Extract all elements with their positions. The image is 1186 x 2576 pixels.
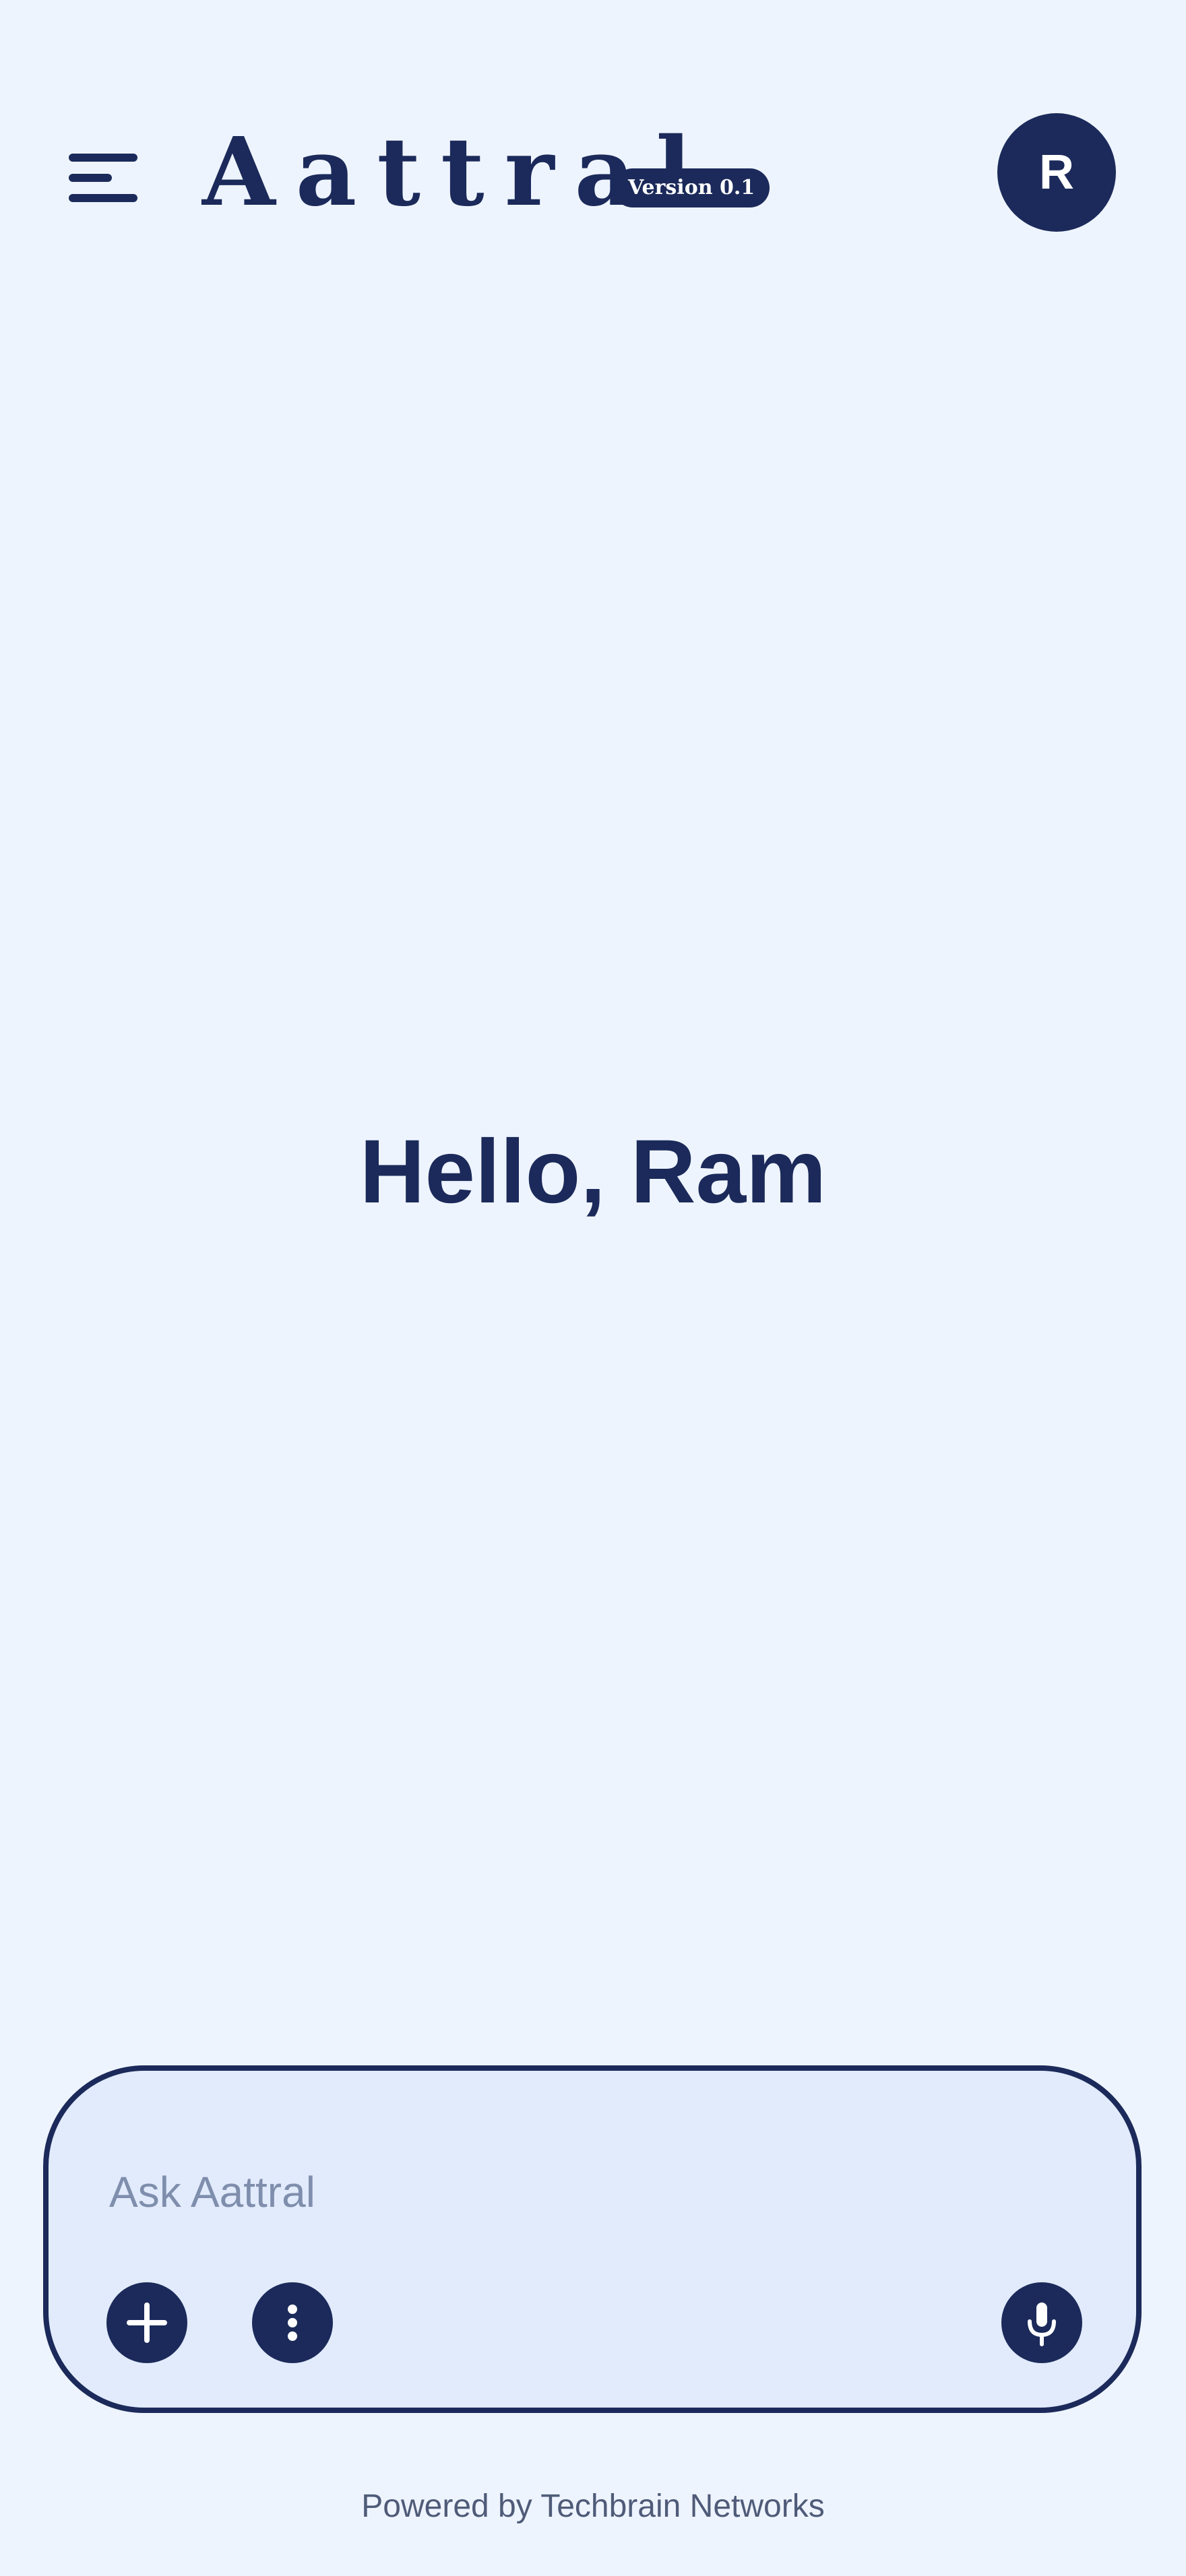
prompt-input[interactable] bbox=[109, 2158, 985, 2226]
more-vertical-icon bbox=[288, 2305, 297, 2341]
user-avatar[interactable]: R bbox=[997, 113, 1116, 232]
plus-icon bbox=[127, 2303, 167, 2343]
voice-input-button[interactable] bbox=[1001, 2282, 1082, 2363]
hamburger-menu-icon bbox=[69, 154, 137, 162]
more-options-button[interactable] bbox=[252, 2282, 333, 2363]
add-attachment-button[interactable] bbox=[106, 2282, 187, 2363]
microphone-icon bbox=[1028, 2303, 1056, 2346]
greeting-heading: Hello, Ram bbox=[359, 1122, 827, 1222]
menu-button[interactable] bbox=[65, 150, 143, 207]
powered-by-footer: Powered by Techbrain Networks bbox=[361, 2488, 825, 2524]
prompt-composer bbox=[43, 2065, 1142, 2413]
version-badge: Version 0.1 bbox=[613, 168, 770, 207]
app-header: Aattral Version 0.1 R bbox=[0, 0, 1186, 283]
